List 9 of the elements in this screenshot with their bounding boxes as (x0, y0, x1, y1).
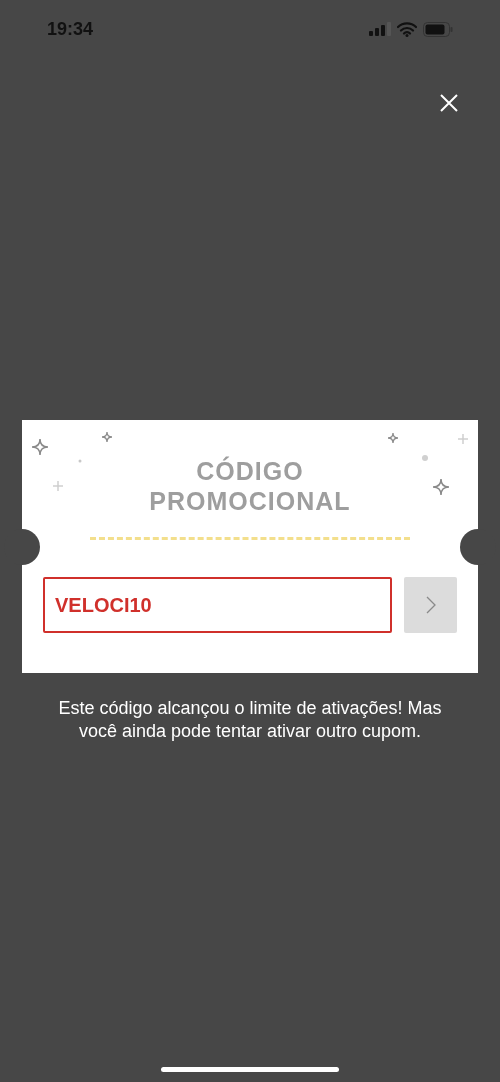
error-message: Este código alcançou o limite de ativações! Mas você ainda pode tentar ativar outro cupom. (57, 697, 443, 743)
wifi-icon (397, 21, 417, 37)
chevron-right-icon (425, 596, 436, 614)
battery-icon (423, 21, 453, 37)
coupon-title: PROMOCIONAL (149, 486, 351, 516)
code-input-field[interactable]: VELOCI10 (43, 577, 392, 633)
coupon-title: CÓDIGO (196, 456, 304, 486)
signal-icon (369, 22, 391, 36)
close-icon (439, 93, 459, 113)
